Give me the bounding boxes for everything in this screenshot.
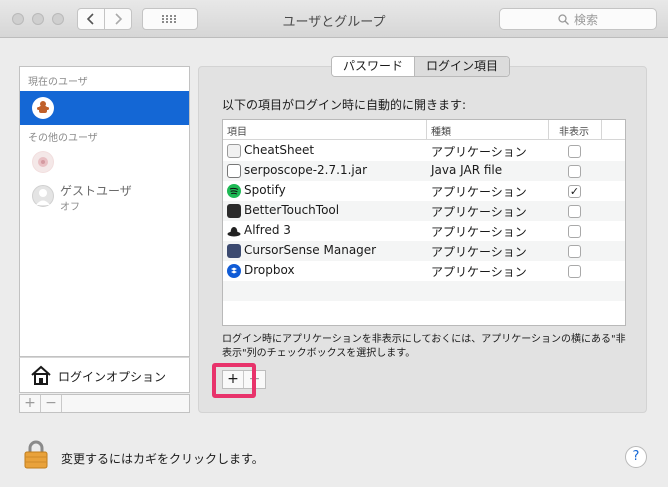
jar-file-icon xyxy=(227,164,241,178)
table-row[interactable]: serposcope-2.7.1.jar Java JAR file xyxy=(223,161,625,181)
hide-checkbox[interactable] xyxy=(568,265,581,278)
table-row[interactable]: CheatSheet アプリケーション xyxy=(223,141,625,161)
title-bar: ユーザとグループ 検索 xyxy=(0,0,668,38)
lock-icon[interactable] xyxy=(24,440,48,469)
search-icon xyxy=(558,13,569,25)
guest-avatar xyxy=(32,185,54,207)
table-header: 項目 種類 非表示 xyxy=(223,120,625,140)
highlight-box xyxy=(212,363,256,398)
help-button[interactable]: ? xyxy=(625,446,647,468)
house-icon xyxy=(31,365,51,385)
guest-user-name: ゲストユーザ xyxy=(60,184,132,198)
column-divider xyxy=(601,120,602,140)
hide-checkbox-checked[interactable]: ✓ xyxy=(568,185,581,198)
avatar xyxy=(32,151,54,173)
user-row-guest[interactable]: ゲストユーザ オフ xyxy=(20,179,189,213)
app-kind: アプリケーション xyxy=(431,205,527,219)
app-kind: アプリケーション xyxy=(431,185,527,199)
tab-password[interactable]: パスワード xyxy=(332,57,416,76)
app-name: CheatSheet xyxy=(244,143,315,157)
app-name: CursorSense Manager xyxy=(244,243,377,257)
user-row-other[interactable] xyxy=(20,145,189,179)
gingerbread-avatar-icon xyxy=(33,98,53,118)
column-divider xyxy=(426,120,427,140)
table-row[interactable]: CursorSense Manager アプリケーション xyxy=(223,241,625,261)
app-kind: アプリケーション xyxy=(431,245,527,259)
add-user-button[interactable]: + xyxy=(20,395,41,412)
app-kind: Java JAR file xyxy=(431,163,503,177)
avatar xyxy=(32,97,54,119)
search-placeholder: 検索 xyxy=(573,12,598,27)
login-options-label: ログインオプション xyxy=(58,370,167,384)
login-options-item[interactable]: ログインオプション xyxy=(19,357,190,393)
app-name: serposcope-2.7.1.jar xyxy=(244,163,368,177)
table-row[interactable]: Spotify アプリケーション ✓ xyxy=(223,181,625,201)
column-header-kind[interactable]: 種類 xyxy=(431,123,451,138)
bettertouchtool-icon xyxy=(227,204,241,218)
tab-control: パスワード ログイン項目 xyxy=(331,56,511,77)
search-field[interactable]: 検索 xyxy=(499,8,657,30)
login-items-heading: 以下の項目がログイン時に自動的に開きます: xyxy=(222,98,467,112)
dropbox-icon xyxy=(227,264,241,278)
app-name: Alfred 3 xyxy=(244,223,291,237)
flower-avatar-icon xyxy=(33,152,53,172)
lock-message: 変更するにはカギをクリックします。 xyxy=(61,452,264,466)
hide-hint-text: ログイン時にアプリケーションを非表示にしておくには、アプリケーションの横にある"… xyxy=(222,334,626,359)
column-header-hide[interactable]: 非表示 xyxy=(559,123,589,138)
hide-checkbox[interactable] xyxy=(568,165,581,178)
remove-user-button[interactable]: − xyxy=(41,395,62,412)
user-list[interactable]: 現在のユーザ その他のユーザ ゲストユーザ オフ xyxy=(19,66,190,357)
table-row[interactable]: Dropbox アプリケーション xyxy=(223,261,625,281)
app-name: BetterTouchTool xyxy=(244,203,340,217)
alfred-icon xyxy=(227,227,241,237)
user-row-current[interactable] xyxy=(20,91,189,125)
app-name: Dropbox xyxy=(244,263,295,277)
hide-checkbox[interactable] xyxy=(568,145,581,158)
app-kind: アプリケーション xyxy=(431,265,527,279)
person-icon xyxy=(36,189,50,205)
current-users-header: 現在のユーザ xyxy=(28,77,88,88)
hide-checkbox[interactable] xyxy=(568,245,581,258)
hide-checkbox[interactable] xyxy=(568,205,581,218)
other-users-header: その他のユーザ xyxy=(28,133,98,144)
spotify-icon xyxy=(227,184,241,198)
tab-login-items[interactable]: ログイン項目 xyxy=(415,57,510,76)
user-add-remove-bar: + − xyxy=(19,394,190,413)
app-kind: アプリケーション xyxy=(431,225,527,239)
table-row[interactable]: BetterTouchTool アプリケーション xyxy=(223,201,625,221)
cheatsheet-icon xyxy=(227,144,241,158)
cursorsense-icon xyxy=(227,244,241,258)
table-row[interactable]: Alfred 3 アプリケーション xyxy=(223,221,625,241)
guest-user-status: オフ xyxy=(60,202,80,213)
table-row-empty xyxy=(223,281,625,301)
hide-checkbox[interactable] xyxy=(568,225,581,238)
app-name: Spotify xyxy=(244,183,286,197)
column-divider xyxy=(548,120,549,140)
column-header-item[interactable]: 項目 xyxy=(227,123,247,138)
login-items-table[interactable]: 項目 種類 非表示 CheatSheet アプリケーション serposcope… xyxy=(222,119,626,326)
app-kind: アプリケーション xyxy=(431,145,527,159)
